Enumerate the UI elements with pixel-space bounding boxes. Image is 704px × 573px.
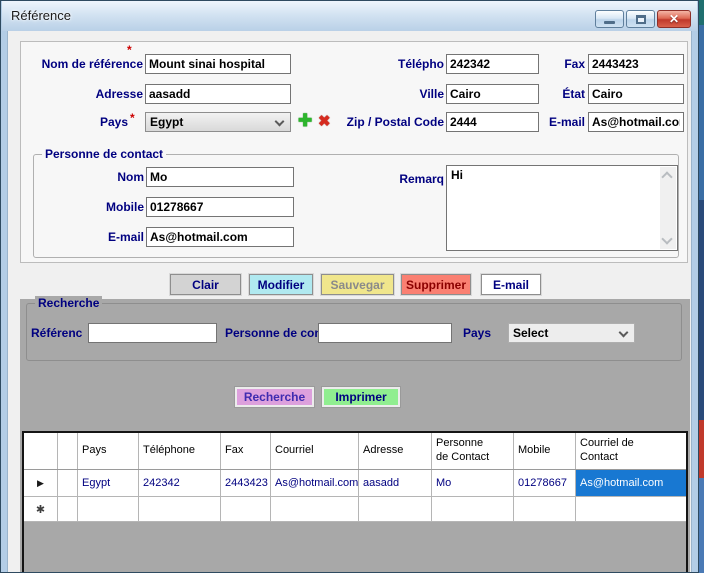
contact-nom-label: Nom xyxy=(36,170,144,184)
minimize-button[interactable] xyxy=(595,10,624,28)
grid-new-row: ✱ xyxy=(24,497,686,522)
form-client-area: * Nom de référence Télépho Fax Adresse V… xyxy=(7,31,692,572)
search-reference-label: Référenc xyxy=(31,326,89,340)
remarque-text: Hi xyxy=(451,168,463,182)
contact-nom-input[interactable] xyxy=(146,167,294,187)
spacer-cell[interactable] xyxy=(58,470,78,496)
cell-telephone[interactable] xyxy=(139,497,221,521)
search-pays-label: Pays xyxy=(463,326,491,340)
search-pays-combobox[interactable]: Select xyxy=(508,323,635,343)
cell-personne-de-contact[interactable] xyxy=(432,497,514,521)
etat-label: État xyxy=(469,87,585,101)
adresse-input[interactable] xyxy=(145,84,291,104)
pays-label: Pays xyxy=(23,115,128,129)
cell-courriel[interactable]: As@hotmail.com xyxy=(271,470,359,496)
pays-combobox[interactable]: Egypt xyxy=(145,112,291,132)
column-header-pays[interactable]: Pays xyxy=(78,433,139,469)
cell-pays[interactable] xyxy=(78,497,139,521)
pays-combobox-value: Egypt xyxy=(150,115,183,129)
recherche-groupbox-title: Recherche xyxy=(35,296,102,310)
row-selector-header xyxy=(24,433,58,469)
search-reference-input[interactable] xyxy=(88,323,217,343)
cell-fax[interactable] xyxy=(221,497,271,521)
ville-label: Ville xyxy=(321,87,444,101)
nom-reference-input[interactable] xyxy=(145,54,291,74)
close-button[interactable]: ✕ xyxy=(657,10,691,28)
fax-label: Fax xyxy=(469,57,585,71)
grid-data-row: ▶ Egypt 242342 2443423 As@hotmail.com aa… xyxy=(24,470,686,497)
column-header-telephone[interactable]: Téléphone xyxy=(139,433,221,469)
zip-label: Zip / Postal Code xyxy=(321,115,444,129)
scroll-down-icon[interactable] xyxy=(661,233,672,244)
contact-groupbox: Personne de contact Nom Mobile E-mail Re… xyxy=(33,154,679,258)
close-icon: ✕ xyxy=(669,12,679,26)
adresse-label: Adresse xyxy=(23,87,143,101)
remarque-label: Remarq xyxy=(364,172,444,186)
reference-window: Référence ✕ * Nom de référence Télépho F… xyxy=(0,0,699,573)
email-label: E-mail xyxy=(469,115,585,129)
sauvegar-button[interactable]: Sauvegar xyxy=(321,274,394,295)
add-country-icon[interactable]: ✚ xyxy=(298,112,312,129)
remarque-scrollbar[interactable] xyxy=(660,167,676,249)
cell-personne-de-contact[interactable]: Mo xyxy=(432,470,514,496)
reference-details-panel: * Nom de référence Télépho Fax Adresse V… xyxy=(20,41,688,263)
column-header-courriel[interactable]: Courriel xyxy=(271,433,359,469)
current-row-indicator[interactable]: ▶ xyxy=(24,470,58,496)
cell-adresse[interactable]: aasadd xyxy=(359,470,432,496)
spacer-cell[interactable] xyxy=(58,497,78,521)
chevron-down-icon xyxy=(275,117,285,127)
search-personne-input[interactable] xyxy=(318,323,452,343)
scroll-up-icon[interactable] xyxy=(661,171,672,182)
modifier-button[interactable]: Modifier xyxy=(249,274,313,295)
new-row-indicator[interactable]: ✱ xyxy=(24,497,58,521)
grid-header-row: Pays Téléphone Fax Courriel Adresse Pers… xyxy=(24,433,686,470)
cell-courriel[interactable] xyxy=(271,497,359,521)
nom-reference-label: Nom de référence xyxy=(23,57,143,71)
email-button[interactable]: E-mail xyxy=(481,274,541,295)
recherche-button[interactable]: Recherche xyxy=(235,387,314,407)
search-section: Recherche Référenc Personne de con Pays … xyxy=(20,299,690,572)
supprimer-button[interactable]: Supprimer xyxy=(401,274,471,295)
etat-input[interactable] xyxy=(588,84,684,104)
column-header-personne-de-contact[interactable]: Personne de Contact xyxy=(432,433,514,469)
column-header-courriel-de-contact[interactable]: Courriel de Contact xyxy=(576,433,686,469)
contact-mobile-input[interactable] xyxy=(146,197,294,217)
minimize-icon xyxy=(604,21,615,24)
email-input[interactable] xyxy=(588,112,684,132)
window-title: Référence xyxy=(11,8,71,23)
search-personne-label: Personne de con xyxy=(225,326,320,340)
remarque-textarea[interactable]: Hi xyxy=(446,165,678,251)
contact-email-label: E-mail xyxy=(36,230,144,244)
contact-groupbox-title: Personne de contact xyxy=(42,147,166,161)
cell-pays[interactable]: Egypt xyxy=(78,470,139,496)
title-bar[interactable]: Référence ✕ xyxy=(2,1,697,31)
maximize-button[interactable] xyxy=(626,10,655,28)
recherche-groupbox: Recherche Référenc Personne de con Pays … xyxy=(26,303,682,361)
telephone-label: Télépho xyxy=(321,57,444,71)
results-grid: Pays Téléphone Fax Courriel Adresse Pers… xyxy=(22,431,688,572)
column-header-fax[interactable]: Fax xyxy=(221,433,271,469)
required-marker-pays: * xyxy=(130,111,135,125)
contact-email-input[interactable] xyxy=(146,227,294,247)
clair-button[interactable]: Clair xyxy=(170,274,241,295)
column-header-mobile[interactable]: Mobile xyxy=(514,433,576,469)
cell-adresse[interactable] xyxy=(359,497,432,521)
column-header-adresse[interactable]: Adresse xyxy=(359,433,432,469)
maximize-icon xyxy=(636,15,646,24)
cell-courriel-de-contact-selected[interactable]: As@hotmail.com xyxy=(576,470,686,496)
chevron-down-icon xyxy=(619,328,629,338)
contact-mobile-label: Mobile xyxy=(36,200,144,214)
required-marker-nom: * xyxy=(127,43,132,57)
spacer-column-header xyxy=(58,433,78,469)
cell-telephone[interactable]: 242342 xyxy=(139,470,221,496)
search-pays-value: Select xyxy=(513,326,548,340)
fax-input[interactable] xyxy=(588,54,684,74)
cell-fax[interactable]: 2443423 xyxy=(221,470,271,496)
cell-mobile[interactable] xyxy=(514,497,576,521)
imprimer-button[interactable]: Imprimer xyxy=(322,387,400,407)
cell-courriel-de-contact[interactable] xyxy=(576,497,686,521)
cell-mobile[interactable]: 01278667 xyxy=(514,470,576,496)
